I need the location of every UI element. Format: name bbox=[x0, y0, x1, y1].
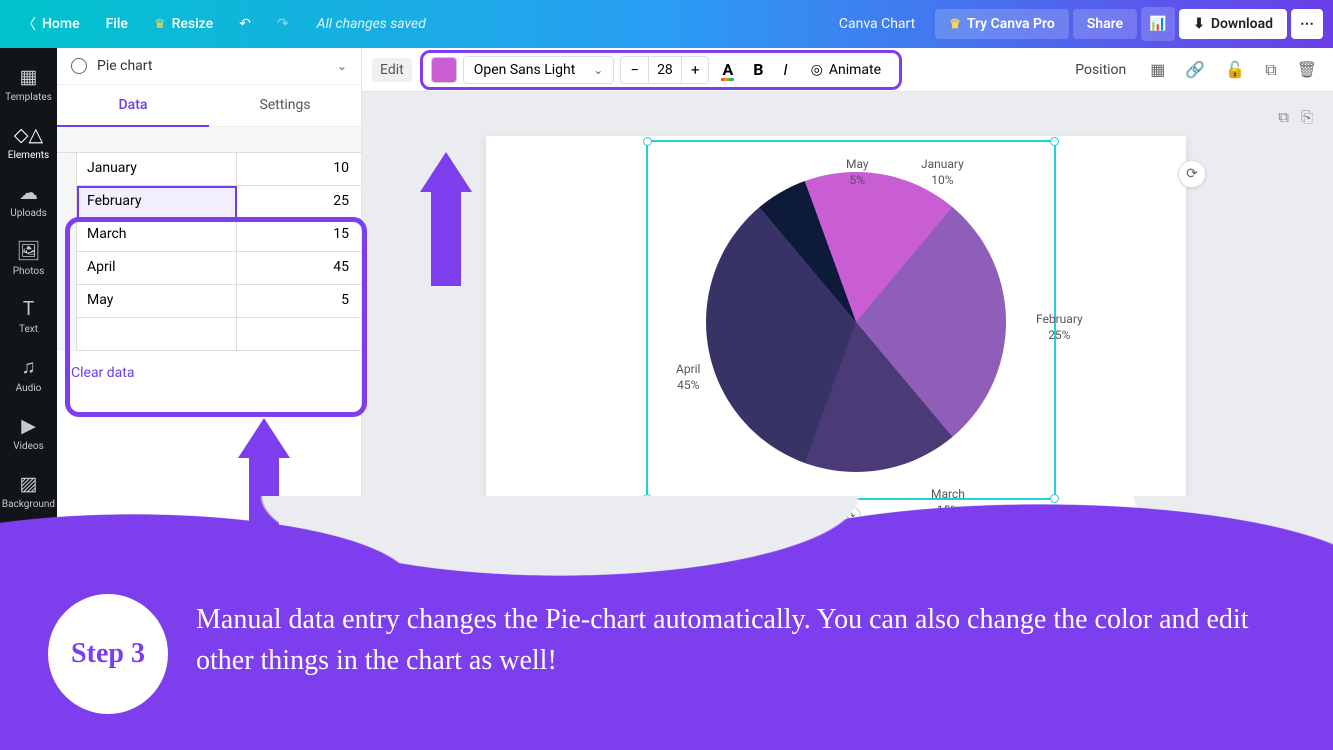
font-size-input[interactable] bbox=[648, 57, 682, 83]
refresh-icon[interactable]: ⟳ bbox=[1178, 160, 1206, 188]
chart-type-select[interactable]: Pie chart ⌄ bbox=[57, 48, 361, 85]
hatch-icon: ▨ bbox=[20, 472, 38, 495]
slice-label: January10% bbox=[921, 157, 964, 188]
chart-publish-icon[interactable]: 📊 bbox=[1141, 7, 1175, 41]
tab-data[interactable]: Data bbox=[57, 85, 209, 127]
music-icon: ♫ bbox=[21, 355, 35, 379]
rail-text[interactable]: TText bbox=[0, 288, 57, 344]
table-row: February25 bbox=[57, 186, 361, 219]
step-badge: Step 3 bbox=[48, 594, 168, 714]
sparkle-icon: ◎ bbox=[811, 62, 823, 78]
tutorial-text: Manual data entry changes the Pie-chart … bbox=[196, 600, 1293, 681]
animate-button[interactable]: ◎Animate bbox=[801, 58, 891, 82]
download-button[interactable]: ⬇Download bbox=[1179, 9, 1287, 39]
cloud-upload-icon: ☁ bbox=[19, 181, 38, 204]
add-page-icon[interactable]: ⎘ bbox=[1301, 108, 1313, 126]
pie-chart[interactable]: January10% February25% March15% April45%… bbox=[706, 172, 1006, 472]
play-icon: ▶ bbox=[21, 414, 36, 437]
text-icon: T bbox=[23, 297, 34, 320]
link-button[interactable]: 🔗 bbox=[1179, 56, 1211, 83]
image-icon: 🖼 bbox=[16, 239, 40, 262]
italic-button[interactable]: I bbox=[776, 56, 794, 83]
rail-audio[interactable]: ♫Audio bbox=[0, 346, 57, 403]
document-title[interactable]: Canva Chart bbox=[839, 16, 915, 32]
more-menu-button[interactable]: ⋯ bbox=[1291, 9, 1323, 39]
table-row: January10 bbox=[57, 153, 361, 186]
chevron-down-icon: ⌄ bbox=[337, 59, 347, 73]
share-button[interactable]: Share bbox=[1073, 9, 1137, 39]
rail-uploads[interactable]: ☁Uploads bbox=[0, 172, 57, 228]
crown-icon: ♛ bbox=[154, 17, 166, 32]
transparency-button[interactable]: ▦ bbox=[1144, 56, 1171, 83]
toolbar-highlight-annotation: Open Sans Light⌄ − + A B I ◎Animate bbox=[420, 50, 902, 90]
edit-button[interactable]: Edit bbox=[372, 58, 412, 82]
table-row: May5 bbox=[57, 285, 361, 318]
tab-settings[interactable]: Settings bbox=[209, 85, 361, 127]
context-toolbar: Edit Open Sans Light⌄ − + A B I ◎Animate… bbox=[362, 48, 1333, 92]
selection-box[interactable]: January10% February25% March15% April45%… bbox=[646, 140, 1056, 500]
crown-icon: ♛ bbox=[949, 17, 961, 32]
rail-photos[interactable]: 🖼Photos bbox=[0, 230, 57, 286]
decrease-button[interactable]: − bbox=[621, 57, 648, 83]
table-row: March15 bbox=[57, 219, 361, 252]
slice-label: February25% bbox=[1036, 312, 1083, 343]
font-size-stepper[interactable]: − + bbox=[620, 56, 709, 84]
duplicate-button[interactable]: ⧉ bbox=[1259, 56, 1282, 84]
clear-data-link[interactable]: Clear data bbox=[57, 351, 361, 395]
bold-button[interactable]: B bbox=[746, 56, 770, 83]
slice-label: May5% bbox=[846, 157, 869, 188]
home-button[interactable]: 〈Home bbox=[10, 8, 92, 40]
pie-icon bbox=[71, 58, 87, 74]
rail-videos[interactable]: ▶Videos bbox=[0, 405, 57, 461]
table-row: April45 bbox=[57, 252, 361, 285]
delete-button[interactable]: 🗑 bbox=[1291, 56, 1323, 83]
download-icon: ⬇ bbox=[1193, 16, 1205, 32]
redo-button[interactable]: ↷ bbox=[265, 10, 301, 38]
resize-handle[interactable] bbox=[1050, 137, 1059, 146]
data-table[interactable]: January10 February25 March15 April45 May… bbox=[57, 127, 361, 351]
color-swatch[interactable] bbox=[431, 57, 457, 83]
file-menu[interactable]: File bbox=[94, 10, 140, 38]
lock-button[interactable]: 🔓 bbox=[1219, 56, 1251, 83]
try-pro-button[interactable]: ♛Try Canva Pro bbox=[935, 9, 1069, 39]
rail-elements[interactable]: ◇△Elements bbox=[0, 114, 57, 170]
position-button[interactable]: Position bbox=[1065, 58, 1136, 82]
table-row bbox=[57, 318, 361, 351]
increase-button[interactable]: + bbox=[682, 57, 709, 83]
save-status: All changes saved bbox=[317, 16, 426, 32]
resize-handle[interactable] bbox=[643, 137, 652, 146]
tutorial-overlay: Step 3 Manual data entry changes the Pie… bbox=[0, 540, 1333, 750]
slice-label: April45% bbox=[676, 362, 700, 393]
font-select[interactable]: Open Sans Light⌄ bbox=[463, 56, 615, 84]
rail-templates[interactable]: ▦Templates bbox=[0, 56, 57, 112]
undo-button[interactable]: ↶ bbox=[227, 10, 263, 38]
top-menu-bar: 〈Home File ♛Resize ↶ ↷ All changes saved… bbox=[0, 0, 1333, 48]
chevron-left-icon: 〈 bbox=[22, 14, 36, 34]
shapes-icon: ◇△ bbox=[14, 123, 43, 146]
resize-button[interactable]: ♛Resize bbox=[142, 10, 225, 38]
duplicate-page-icon[interactable]: ⧉ bbox=[1278, 108, 1289, 126]
chevron-down-icon: ⌄ bbox=[593, 63, 603, 77]
canvas-page[interactable]: ⟳ January10% February25% March15% April4… bbox=[486, 136, 1186, 531]
grid-icon: ▦ bbox=[20, 65, 38, 88]
text-color-button[interactable]: A bbox=[715, 56, 740, 83]
